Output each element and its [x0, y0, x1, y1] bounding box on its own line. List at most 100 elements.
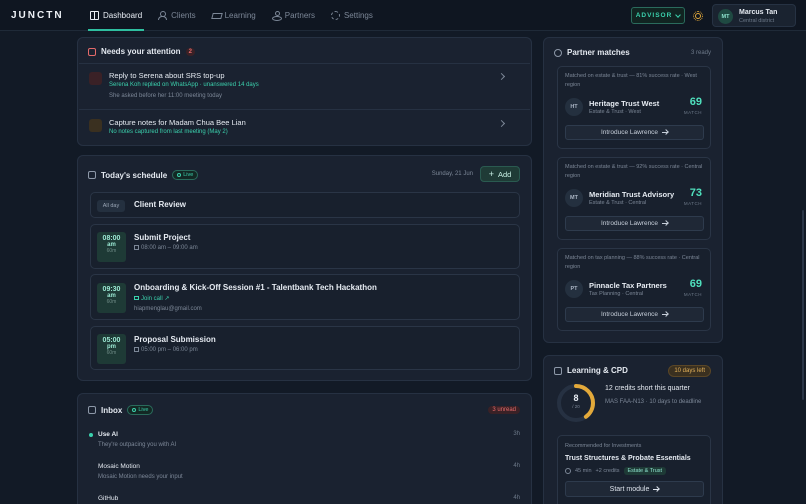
calendar-icon [134, 347, 139, 352]
inbox-item[interactable]: GitHub 4h [79, 491, 530, 504]
inbox-item-time: 4h [513, 463, 520, 469]
attention-item-sub: Serena Koh replied on WhatsApp · unanswe… [109, 82, 259, 88]
app-logo[interactable]: JUNCTN [11, 10, 64, 21]
user-name: Marcus Tan [739, 9, 778, 16]
message-icon [89, 72, 102, 85]
recommended-label: Recommended for Investments [565, 443, 642, 449]
event-duration: 60m [106, 299, 117, 305]
event-email: hiapmenglau@gmail.com [134, 306, 202, 312]
network-icon [554, 48, 562, 57]
inbox-item-sub: They're outpacing you with AI [98, 442, 177, 448]
event-all-day[interactable]: All day Client Review [90, 192, 520, 218]
add-event-button[interactable]: + Add [480, 166, 520, 182]
live-label: Live [183, 172, 194, 178]
module-duration: 45 min [575, 468, 592, 474]
video-icon [134, 296, 139, 300]
graduation-cap-icon [554, 366, 562, 375]
match-reason: Matched on tax planning — 88% success ra… [565, 255, 700, 270]
event-range-text: 08:00 am – 09:00 am [141, 245, 198, 251]
introduce-label: Introduce Lawrence [600, 129, 659, 136]
match-score: 73 [689, 187, 702, 199]
event-title: Submit Project [134, 233, 191, 242]
partner-meta: Tax Planning · Central [589, 291, 644, 297]
arrow-right-icon [662, 314, 669, 315]
nav-settings[interactable]: Settings [323, 0, 381, 31]
live-label: Live [138, 407, 149, 413]
nav-label: Clients [171, 11, 196, 20]
event-time-box: 08:00 am 60m [97, 232, 126, 262]
clock-icon [565, 468, 571, 474]
attention-item-capture-notes[interactable]: Capture notes for Madam Chua Bee Lian No… [79, 109, 530, 145]
inbox-item[interactable]: Mosaic Motion Mosaic Motion needs your i… [79, 459, 530, 487]
page-scrollbar[interactable] [802, 210, 804, 400]
partner-name[interactable]: Pinnacle Tax Partners [589, 281, 667, 290]
attention-item-note: She asked before her 11:00 meeting today [109, 93, 222, 99]
credits-earned: 8 [573, 393, 579, 403]
schedule-date: Sunday, 21 Jun [431, 171, 473, 177]
match-score-label: MATCH [683, 292, 702, 297]
join-call-label: Join call [141, 296, 163, 302]
event-item[interactable]: 05:00 pm 60m Proposal Submission 05:00 p… [90, 326, 520, 370]
partner-avatar: HT [565, 98, 583, 116]
partner-name[interactable]: Meridian Trust Advisory [589, 190, 674, 199]
start-module-button[interactable]: Start module [565, 481, 704, 497]
chevron-down-icon [675, 11, 682, 18]
event-item[interactable]: 08:00 am 60m Submit Project 08:00 am – 0… [90, 224, 520, 269]
start-module-label: Start module [609, 485, 650, 493]
attention-count-badge: 2 [185, 47, 195, 56]
theme-toggle-sun-icon[interactable] [693, 11, 703, 21]
introduce-button[interactable]: Introduce Lawrence [565, 216, 704, 231]
nav-label: Learning [224, 11, 256, 20]
event-item[interactable]: 09:30 am 60m Onboarding & Kick-Off Sessi… [90, 274, 520, 320]
module-title[interactable]: Trust Structures & Probate Essentials [565, 455, 691, 462]
event-time-box: 05:00 pm 60m [97, 334, 126, 364]
cpd-deadline-text: MAS FAA-N13 · 10 days to deadline [605, 399, 702, 405]
role-switcher-button[interactable]: ADVISOR [631, 7, 685, 24]
chevron-right-icon [497, 72, 506, 81]
event-title: Proposal Submission [134, 335, 216, 344]
partner-matches-card: Partner matches 3 ready Matched on estat… [543, 37, 723, 343]
introduce-button[interactable]: Introduce Lawrence [565, 125, 704, 140]
attention-item-title: Capture notes for Madam Chua Bee Lian [109, 118, 246, 127]
match-score-label: MATCH [683, 201, 702, 206]
inbox-card: Inbox Live 3 unread Use AI They're outpa… [77, 393, 532, 504]
nav-learning[interactable]: Learning [204, 0, 264, 31]
nav-dashboard[interactable]: Dashboard [82, 0, 150, 31]
partner-name[interactable]: Heritage Trust West [589, 99, 659, 108]
user-location: Central district [739, 18, 775, 24]
introduce-button[interactable]: Introduce Lawrence [565, 307, 704, 322]
live-badge: Live [127, 405, 154, 415]
partner-match-item: Matched on estate & trust — 92% success … [557, 157, 711, 240]
external-link-icon: ↗ [164, 296, 170, 302]
join-call-link[interactable]: Join call ↗ [134, 295, 169, 302]
match-score: 69 [689, 278, 702, 290]
event-title: Client Review [134, 200, 187, 209]
days-left-badge: 10 days left [668, 365, 711, 377]
top-bar: JUNCTN Dashboard Clients Learning Partne… [0, 0, 806, 31]
attention-item-reply-serena[interactable]: Reply to Serena about SRS top-up Serena … [79, 63, 530, 108]
live-dot-icon [132, 408, 137, 412]
nav-label: Partners [284, 11, 315, 20]
event-time: 09:30 [102, 286, 121, 293]
attention-header: Needs your attention 2 [88, 47, 195, 56]
arrow-right-icon [662, 223, 669, 224]
inbox-header: Inbox Live [88, 405, 154, 415]
attention-title: Needs your attention [101, 47, 181, 56]
live-dot-icon [177, 173, 182, 177]
nav-clients[interactable]: Clients [150, 0, 203, 31]
module-tag: Estate & Trust [623, 467, 667, 475]
unread-dot-icon [89, 433, 93, 437]
attention-card: Needs your attention 2 Reply to Serena a… [77, 37, 532, 146]
credits-short-text: 12 credits short this quarter [605, 385, 690, 392]
all-day-tag: All day [97, 200, 125, 212]
attention-item-title: Reply to Serena about SRS top-up [109, 71, 225, 80]
learning-card: Learning & CPD 10 days left 8 / 20 12 cr… [543, 355, 723, 504]
partner-avatar: PT [565, 280, 583, 298]
inbox-item[interactable]: Use AI They're outpacing you with AI 3h [79, 427, 530, 455]
learning-title: Learning & CPD [567, 366, 628, 375]
user-menu[interactable]: MT Marcus Tan Central district [712, 4, 796, 27]
event-title: Onboarding & Kick-Off Session #1 - Talen… [134, 283, 377, 292]
event-time-range: 05:00 pm – 06:00 pm [134, 347, 198, 353]
schedule-header: Today's schedule Live [88, 170, 199, 180]
nav-partners[interactable]: Partners [264, 0, 323, 31]
